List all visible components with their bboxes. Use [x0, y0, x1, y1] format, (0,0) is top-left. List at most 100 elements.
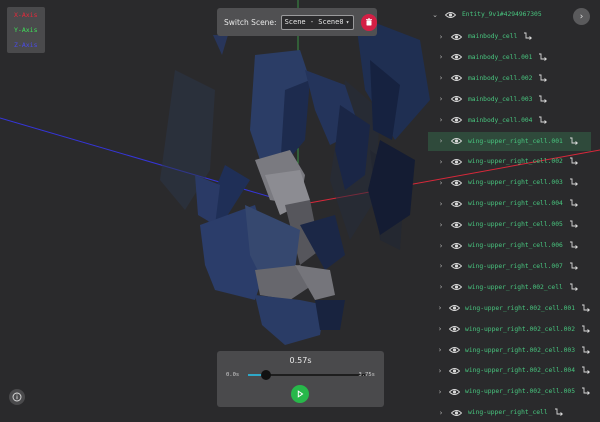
reparent-button[interactable] — [538, 53, 548, 62]
reparent-button[interactable] — [581, 346, 591, 355]
hierarchy-item[interactable]: › wing-upper_right_cell.007 — [428, 257, 591, 276]
visibility-toggle[interactable] — [451, 95, 463, 103]
hierarchy-item[interactable]: › mainbody_cell.003 — [428, 90, 591, 109]
chevron-right-icon[interactable]: › — [436, 200, 446, 208]
chevron-right-icon[interactable]: › — [436, 388, 444, 396]
eye-icon — [449, 367, 461, 374]
visibility-toggle[interactable] — [449, 346, 461, 354]
reparent-button[interactable] — [569, 137, 579, 146]
visibility-toggle[interactable] — [451, 137, 463, 145]
chevron-right-icon[interactable]: › — [436, 325, 444, 333]
eye-icon — [451, 179, 462, 186]
scene-select[interactable]: Scene - Scene0 ▾ — [280, 14, 354, 30]
shard — [255, 295, 325, 345]
chevron-right-icon[interactable]: › — [436, 179, 446, 187]
play-button[interactable] — [291, 385, 309, 403]
visibility-toggle[interactable] — [451, 409, 463, 417]
reparent-button[interactable] — [569, 262, 579, 271]
hierarchy-item-label: wing-upper_right_cell.003 — [468, 179, 563, 187]
visibility-toggle[interactable] — [451, 200, 463, 208]
hierarchy-item[interactable]: › wing-upper_right_cell — [428, 403, 591, 422]
hierarchy-item[interactable]: › wing-upper_right_cell.002 — [428, 152, 591, 171]
hierarchy-item[interactable]: › mainbody_cell.002 — [428, 69, 591, 88]
hierarchy-item[interactable]: › wing-upper_right_cell.006 — [428, 236, 591, 255]
visibility-toggle[interactable] — [451, 242, 463, 250]
reparent-button[interactable] — [569, 241, 579, 250]
chevron-right-icon[interactable]: › — [436, 304, 444, 312]
chevron-right-icon[interactable]: › — [436, 409, 446, 417]
eye-icon — [451, 409, 462, 416]
reparent-button[interactable] — [554, 408, 564, 417]
visibility-toggle[interactable] — [449, 325, 461, 333]
chevron-right-icon[interactable]: › — [436, 158, 446, 166]
chevron-right-icon[interactable]: › — [436, 283, 446, 291]
chevron-right-icon[interactable]: › — [436, 74, 446, 82]
reparent-button[interactable] — [581, 366, 591, 375]
hierarchy-item[interactable]: › wing-upper_right_cell.004 — [428, 194, 591, 213]
hierarchy-root[interactable]: ⌄ Entity_9v1#4294967305 — [428, 5, 591, 24]
hierarchy-item[interactable]: › wing-upper_right_cell.001 — [428, 131, 591, 151]
visibility-toggle[interactable] — [449, 367, 461, 375]
hierarchy-item[interactable]: › wing-upper_right.002_cell.002 — [428, 320, 591, 339]
info-button[interactable] — [9, 389, 25, 405]
hierarchy-item[interactable]: › wing-upper_right_cell.003 — [428, 173, 591, 192]
reparent-button[interactable] — [569, 199, 579, 208]
hierarchy-item[interactable]: › mainbody_cell — [428, 27, 591, 46]
hierarchy-item[interactable]: › wing-upper_right_cell.005 — [428, 215, 591, 234]
visibility-toggle[interactable] — [449, 304, 461, 312]
visibility-toggle[interactable] — [451, 179, 463, 187]
reparent-icon — [582, 304, 591, 312]
reparent-button[interactable] — [569, 220, 579, 229]
visibility-toggle[interactable] — [451, 262, 463, 270]
reparent-icon — [569, 220, 578, 228]
reparent-button[interactable] — [523, 32, 533, 41]
delete-scene-button[interactable] — [360, 13, 377, 31]
chevron-right-icon[interactable]: › — [436, 116, 446, 124]
reparent-icon — [554, 408, 563, 417]
visibility-toggle[interactable] — [451, 283, 463, 291]
reparent-button[interactable] — [569, 283, 579, 292]
hierarchy-item-label: wing-upper_right_cell.004 — [468, 200, 563, 208]
eye-icon — [449, 305, 461, 312]
visibility-toggle[interactable] — [451, 158, 463, 166]
hierarchy-item-label: wing-upper_right_cell.002 — [468, 158, 563, 166]
chevron-right-icon[interactable]: › — [436, 53, 446, 61]
reparent-button[interactable] — [581, 325, 591, 334]
chevron-right-icon[interactable]: › — [436, 262, 446, 270]
chevron-right-icon[interactable]: › — [436, 367, 444, 375]
chevron-right-icon[interactable]: › — [436, 346, 444, 354]
visibility-toggle[interactable] — [445, 11, 457, 19]
chevron-down-icon[interactable]: ⌄ — [430, 11, 440, 19]
timeline-handle[interactable] — [260, 370, 271, 380]
reparent-button[interactable] — [569, 157, 579, 166]
chevron-right-icon[interactable]: › — [436, 137, 446, 145]
shard — [315, 300, 345, 330]
chevron-right-icon[interactable]: › — [436, 95, 446, 103]
reparent-button[interactable] — [538, 95, 548, 104]
hierarchy-item[interactable]: › wing-upper_right.002_cell.003 — [428, 341, 591, 360]
chevron-right-icon[interactable]: › — [436, 33, 446, 41]
hierarchy-item[interactable]: › wing-upper_right.002_cell.001 — [428, 299, 591, 318]
chevron-right-icon[interactable]: › — [436, 221, 446, 229]
hierarchy-item[interactable]: › wing-upper_right.002_cell.004 — [428, 361, 591, 380]
hierarchy-item[interactable]: › wing-upper_right.002_cell — [428, 278, 591, 297]
eye-icon — [451, 221, 462, 228]
hierarchy-item[interactable]: › mainbody_cell.004 — [428, 111, 591, 130]
visibility-toggle[interactable] — [451, 74, 463, 82]
eye-icon — [451, 96, 462, 103]
reparent-button[interactable] — [581, 304, 591, 313]
visibility-toggle[interactable] — [451, 221, 463, 229]
hierarchy-item[interactable]: › mainbody_cell.001 — [428, 48, 591, 67]
visibility-toggle[interactable] — [451, 53, 463, 61]
visibility-toggle[interactable] — [449, 388, 461, 396]
timeline-slider[interactable] — [248, 370, 365, 380]
reparent-button[interactable] — [581, 387, 591, 396]
visibility-toggle[interactable] — [451, 33, 463, 41]
reparent-icon — [569, 241, 578, 249]
visibility-toggle[interactable] — [451, 116, 463, 124]
reparent-button[interactable] — [569, 178, 579, 187]
chevron-right-icon[interactable]: › — [436, 242, 446, 250]
hierarchy-item[interactable]: › wing-upper_right.002_cell.005 — [428, 382, 591, 401]
reparent-button[interactable] — [538, 74, 548, 83]
reparent-button[interactable] — [538, 116, 548, 125]
